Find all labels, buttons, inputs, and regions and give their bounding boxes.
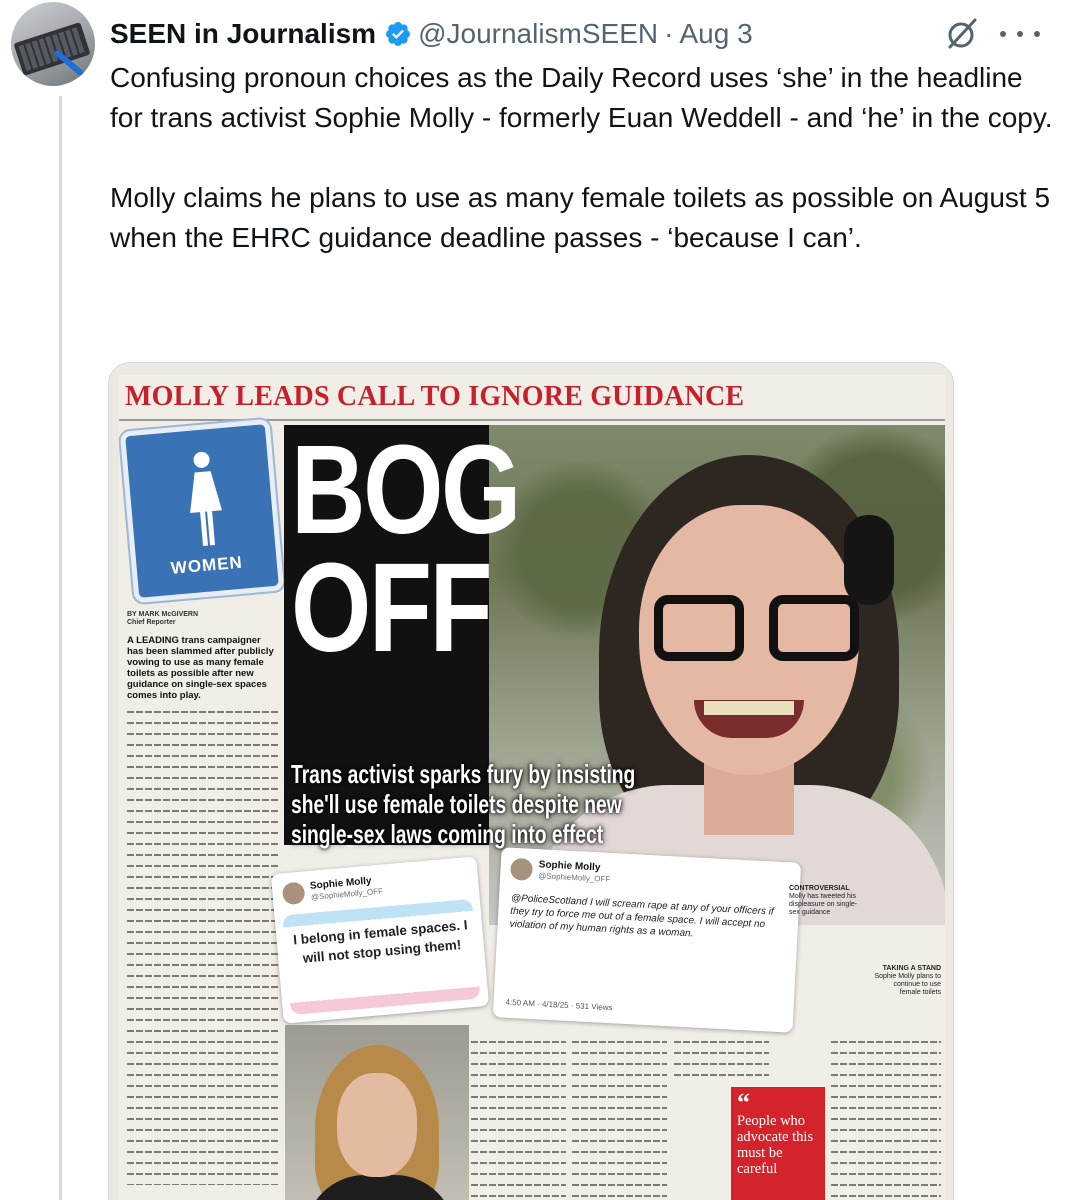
- headline-line-2: OFF: [291, 537, 493, 678]
- caption-controversial: CONTROVERSIAL Molly has tweeted his disp…: [789, 885, 867, 917]
- caption-title: TAKING A STAND: [882, 965, 941, 972]
- pull-quote-text: People who advocate this must be careful: [737, 1113, 814, 1177]
- thread-connector-line: [59, 96, 62, 1200]
- woman-figure-icon: [190, 451, 223, 547]
- more-options-icon[interactable]: [1000, 20, 1040, 48]
- subhead-line-3: single-sex laws coming into effect: [291, 819, 604, 849]
- tweet-text: Confusing pronoun choices as the Daily R…: [110, 58, 1060, 258]
- pull-quote: “ People who advocate this must be caref…: [731, 1087, 825, 1200]
- article-subhead: Trans activist sparks fury by insisting …: [291, 759, 636, 849]
- embedded-tweet-card: Sophie Molly @SophieMolly_OFF @PoliceSco…: [492, 847, 802, 1033]
- glasses-left: [654, 595, 744, 661]
- card-meta: 4:50 AM · 4/18/25 · 531 Views: [505, 997, 613, 1013]
- headphones: [844, 515, 894, 605]
- caption-title: CONTROVERSIAL: [789, 885, 850, 892]
- card-avatar: [509, 857, 534, 881]
- photo-teeth: [704, 701, 794, 715]
- article-body-column: [572, 1035, 667, 1200]
- grok-icon[interactable]: [944, 16, 980, 52]
- women-toilet-sign: WOMEN: [119, 418, 285, 604]
- headline-line-1: BOG: [291, 419, 521, 560]
- tweet-paragraph-1: Confusing pronoun choices as the Daily R…: [110, 62, 1053, 133]
- card-avatar: [281, 881, 306, 906]
- caption-text: Sophie Molly plans to continue to use fe…: [874, 973, 941, 996]
- quote-mark-icon: “: [737, 1088, 750, 1117]
- subhead-line-1: Trans activist sparks fury by insisting: [291, 759, 636, 789]
- newspaper-clipping: MOLLY LEADS CALL TO IGNORE GUIDANCE WOME…: [119, 375, 945, 1200]
- embedded-tweet-card: Sophie Molly @SophieMolly_OFF I belong i…: [270, 856, 490, 1024]
- card-text: @PoliceScotland I will scream rape at an…: [509, 892, 774, 940]
- author-avatar[interactable]: [11, 2, 95, 86]
- caption-text: Molly has tweeted his displeasure on sin…: [789, 893, 858, 916]
- author-handle[interactable]: @JournalismSEEN: [418, 18, 658, 50]
- tweet-date[interactable]: Aug 3: [679, 18, 752, 50]
- photo-face: [337, 1073, 417, 1177]
- dot-icon: [1000, 31, 1006, 37]
- article-lede: A LEADING trans campaigner has been slam…: [127, 635, 274, 701]
- article-body-column: [831, 1035, 941, 1200]
- tweet-header: SEEN in Journalism @JournalismSEEN · Aug…: [110, 14, 753, 54]
- article-body-column: [471, 1035, 566, 1200]
- verified-badge-icon[interactable]: [384, 20, 412, 48]
- subhead-line-2: she'll use female toilets despite new: [291, 789, 622, 819]
- dot-icon: [1017, 31, 1023, 37]
- glasses-right: [769, 595, 859, 661]
- author-name[interactable]: SEEN in Journalism: [110, 18, 376, 50]
- header-separator: ·: [664, 18, 674, 49]
- tweet-paragraph-2: Molly claims he plans to use as many fem…: [110, 182, 1058, 253]
- article-body-column: [127, 705, 279, 1185]
- caption-taking-a-stand: TAKING A STAND Sophie Molly plans to con…: [871, 965, 941, 997]
- byline: BY MARK McGIVERN Chief Reporter: [127, 611, 198, 627]
- tweet-media-image[interactable]: MOLLY LEADS CALL TO IGNORE GUIDANCE WOME…: [108, 362, 954, 1200]
- article-kicker: MOLLY LEADS CALL TO IGNORE GUIDANCE: [125, 381, 745, 412]
- dot-icon: [1034, 31, 1040, 37]
- byline-role: Chief Reporter: [127, 619, 176, 626]
- main-headline: BOG OFF: [291, 419, 521, 678]
- sign-label: WOMEN: [170, 552, 244, 578]
- second-woman-photo: [285, 1025, 469, 1200]
- byline-name: BY MARK McGIVERN: [127, 611, 199, 618]
